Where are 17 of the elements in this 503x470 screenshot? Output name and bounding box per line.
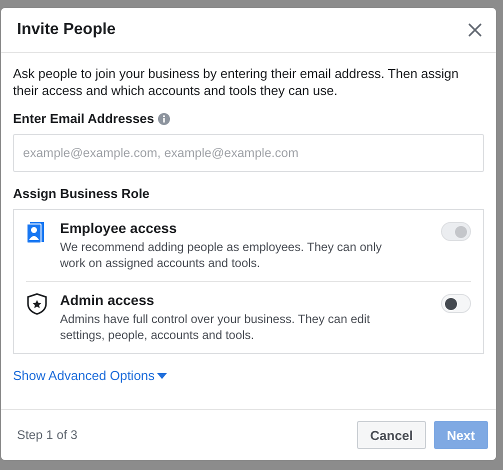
close-button[interactable] bbox=[466, 21, 484, 39]
cancel-button[interactable]: Cancel bbox=[357, 421, 426, 449]
role-name: Employee access bbox=[60, 220, 178, 236]
email-input[interactable]: example@example.com, example@example.com bbox=[13, 134, 484, 172]
role-name: Admin access bbox=[60, 292, 156, 308]
role-heading: Assign Business Role bbox=[13, 186, 151, 201]
role-toggle[interactable] bbox=[441, 294, 471, 313]
intro-text: Ask people to join your business by entering their email address. Then assign their access and which accounts and tools they can use. bbox=[13, 65, 460, 99]
shield-star-icon bbox=[26, 292, 48, 316]
step-indicator: Step 1 of 3 bbox=[17, 428, 78, 442]
dialog-title: Invite People bbox=[17, 21, 116, 39]
caret-icon bbox=[156, 372, 167, 380]
info-icon[interactable] bbox=[158, 112, 170, 124]
role-description: Admins have full control over your business. They can edit settings, people, accounts and tools. bbox=[60, 311, 371, 343]
role-description: We recommend adding people as employees. They can only work on assigned accounts and tools. bbox=[60, 239, 383, 271]
advanced-options-link[interactable]: Show Advanced Options bbox=[13, 368, 167, 383]
email-label: Enter Email Addresses bbox=[13, 111, 154, 126]
